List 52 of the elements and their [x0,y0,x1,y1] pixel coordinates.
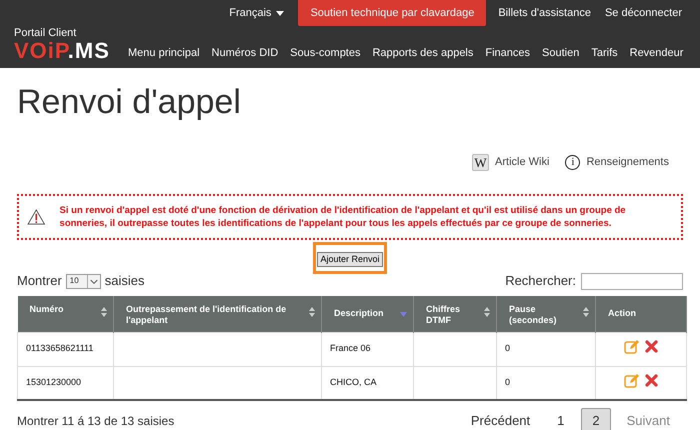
help-link[interactable]: Renseignements [586,154,669,171]
column-header[interactable]: Description [334,304,401,319]
column-header[interactable]: Action [608,304,674,319]
nav-link[interactable]: Soutien [542,44,580,61]
page-title: Renvoi d'appel [17,82,242,122]
edit-icon[interactable] [624,373,640,388]
edit-icon[interactable] [624,339,640,354]
table-cell: France 06 [330,343,371,354]
sort-icon[interactable] [309,306,315,318]
sort-icon[interactable] [583,306,589,318]
chevron-icon[interactable] [86,274,100,288]
nav-link[interactable]: Revendeur [630,44,684,61]
page-button[interactable]: 2 [581,408,611,430]
warning-message: Si un renvoi d'appel est doté d'une fonction de dérivation de l'identification de l'appelant et qu'il est utilisé dans un groupe de sonneries, il outrepasse toutes les identifications de l'appelant pour tous les appels effectués par ce groupe de sonneries. [60,204,627,230]
sort-icon[interactable] [484,306,490,318]
nav-link[interactable]: Sous-comptes [290,44,360,61]
wiki-icon: W [472,154,490,171]
nav-link[interactable]: Tarifs [591,44,618,61]
chat-support-button[interactable]: Soutien technique par clavardage [298,0,486,26]
length-label: Montrer [17,272,62,290]
nav-link[interactable]: Finances [485,44,530,61]
nav-link[interactable]: Numéros DID [212,44,278,61]
top-link[interactable]: Billets d'assistance [498,4,591,22]
page-button[interactable]: 1 [546,408,576,430]
column-header[interactable]: Outrepassement de l'identification de l'appelant [126,304,309,326]
search-field[interactable] [581,272,683,290]
table-cell: CHICO, CA [330,377,377,387]
top-link[interactable]: Se déconnecter [604,4,682,22]
portal-caption: Portail Client [14,27,78,39]
column-header[interactable]: Pause (secondes) [509,304,583,326]
table-cell: 0 [505,377,510,387]
logo[interactable]: VOiP.MS [14,39,110,63]
entries-select[interactable]: 10 [66,274,101,288]
table-cell: 0 [505,343,510,354]
delete-icon[interactable] [645,374,658,387]
length-label: saisies [104,272,145,290]
column-header[interactable]: Numéro [30,304,101,315]
nav-link[interactable]: Menu principal [128,44,200,61]
table-info: Montrer 11 á 13 de 13 saisies [17,412,174,430]
add-forward-button[interactable]: Ajouter Renvoi [317,252,383,266]
help-link[interactable]: Article Wiki [495,154,550,171]
previous-link[interactable]: Précédent [458,408,544,430]
nav-link[interactable]: Rapports des appels [372,44,474,61]
column-header[interactable]: Chiffres DTMF [426,304,484,326]
search-label: Rechercher: [505,272,576,290]
language-dropdown[interactable]: Français [229,4,284,22]
caret-icon [276,10,284,16]
info-icon: i [565,155,580,170]
sort-icon[interactable] [101,306,107,318]
delete-icon[interactable] [645,340,658,354]
table-cell: 15301230000 [26,377,82,387]
table-cell: 01133658621111 [26,343,94,354]
